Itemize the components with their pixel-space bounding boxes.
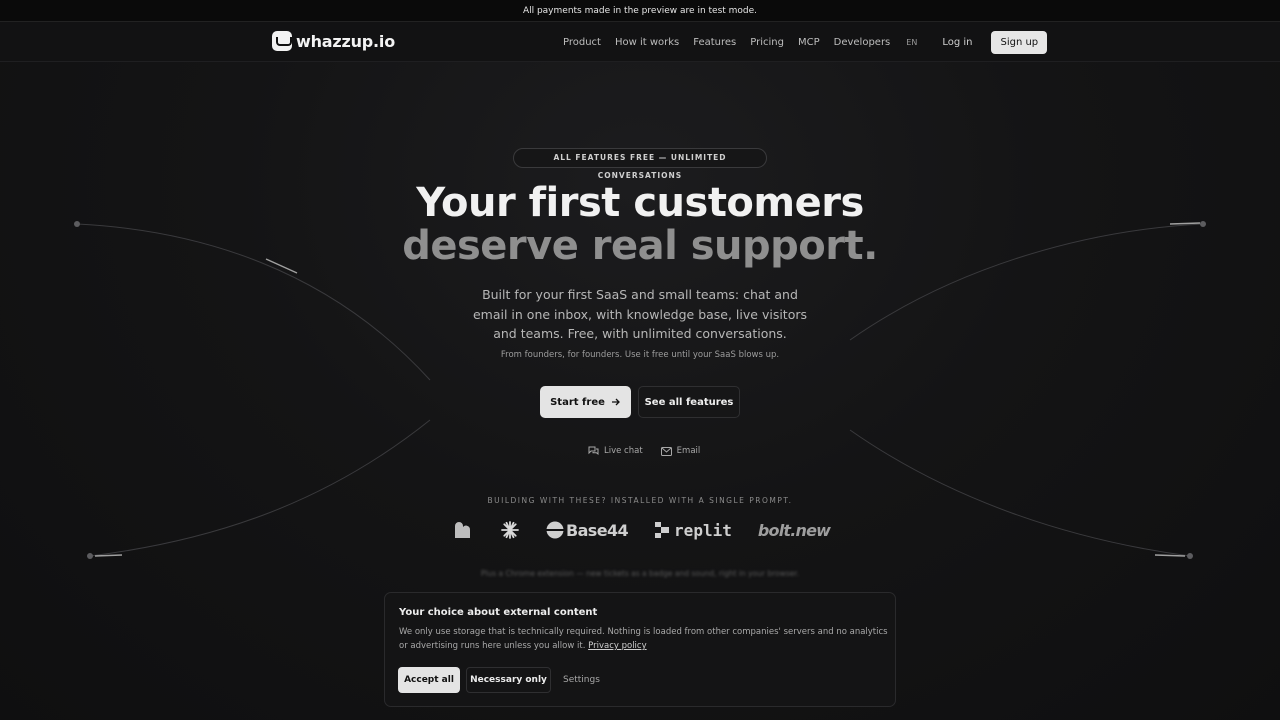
cookie-actions: Accept all Necessary only Settings — [398, 667, 600, 693]
hero-title-line-2: deserve real support. — [402, 223, 878, 269]
language-switcher[interactable]: EN — [906, 38, 917, 47]
chat-bubbles-icon — [588, 446, 599, 456]
brand-logo[interactable]: whazzup.io — [272, 31, 395, 51]
see-all-features-button[interactable]: See all features — [638, 386, 740, 418]
replit-logo: replit — [654, 521, 732, 540]
bolt-text: bolt.new — [757, 520, 831, 540]
brand-name: whazzup.io — [296, 31, 395, 51]
cookie-title: Your choice about external content — [399, 607, 598, 618]
curve-right-bottom — [849, 429, 1191, 557]
hero-note: From founders, for founders. Use it free… — [500, 350, 780, 360]
node-dot — [87, 553, 93, 559]
envelope-icon — [660, 446, 672, 456]
nav-item-product[interactable]: Product — [563, 37, 601, 48]
builder-logos: Base44 replit bolt.new — [450, 516, 831, 544]
logo-icon — [272, 31, 292, 51]
curve-left-bottom — [89, 419, 431, 557]
test-mode-banner: All payments made in the preview are in … — [0, 0, 1280, 22]
privacy-policy-link[interactable]: Privacy policy — [588, 641, 647, 651]
nav-links: Product How it works Features Pricing MC… — [563, 22, 1048, 62]
necessary-only-button[interactable]: Necessary only — [466, 667, 551, 693]
hero-title: Your first customers deserve real suppor… — [340, 182, 940, 268]
nav-item-developers[interactable]: Developers — [834, 37, 891, 48]
node-dot — [1187, 553, 1193, 559]
hero-title-line-1: Your first customers — [416, 180, 864, 226]
channel-list: Live chat Email — [588, 446, 700, 456]
login-link[interactable]: Log in — [942, 37, 972, 48]
chrome-extension-note: Plus a Chrome extension — new tickets as… — [480, 569, 800, 578]
feature-pill: ALL FEATURES FREE — UNLIMITED CONVERSATI… — [513, 148, 767, 180]
glint-3 — [94, 554, 123, 557]
nav-item-how-it-works[interactable]: How it works — [615, 37, 679, 48]
nav-item-pricing[interactable]: Pricing — [750, 37, 784, 48]
channel-email: Email — [660, 446, 701, 456]
top-nav: whazzup.io Product How it works Features… — [0, 22, 1280, 62]
claude-logo-icon — [500, 520, 520, 540]
arrow-right-icon — [611, 398, 620, 406]
nav-item-mcp[interactable]: MCP — [798, 37, 820, 48]
cookie-settings-button[interactable]: Settings — [563, 675, 600, 685]
channel-live-chat: Live chat — [588, 446, 643, 456]
nav-item-features[interactable]: Features — [693, 37, 736, 48]
lovable-logo-icon — [452, 520, 472, 540]
cookie-consent-dialog: Your choice about external content We on… — [384, 592, 896, 707]
cookie-text: We only use storage that is technically … — [399, 625, 889, 653]
start-free-label: Start free — [550, 396, 605, 408]
page: All payments made in the preview are in … — [0, 0, 1280, 720]
channel-label: Email — [676, 446, 701, 456]
node-dot — [74, 221, 80, 227]
start-free-button[interactable]: Start free — [540, 386, 631, 418]
hero-subtitle: Built for your first SaaS and small team… — [472, 287, 807, 341]
base44-text: Base44 — [566, 520, 629, 540]
signup-button[interactable]: Sign up — [991, 30, 1048, 54]
accept-all-button[interactable]: Accept all — [398, 667, 460, 693]
replit-text: replit — [674, 520, 732, 540]
base44-logo: Base44 — [546, 520, 629, 540]
node-dot — [1200, 221, 1206, 227]
glint-4 — [1154, 554, 1186, 557]
builders-label: BUILDING WITH THESE? INSTALLED WITH A SI… — [487, 496, 793, 505]
bolt-logo: bolt.new — [757, 520, 831, 540]
glint-2 — [1169, 222, 1201, 225]
channel-label: Live chat — [604, 446, 643, 456]
